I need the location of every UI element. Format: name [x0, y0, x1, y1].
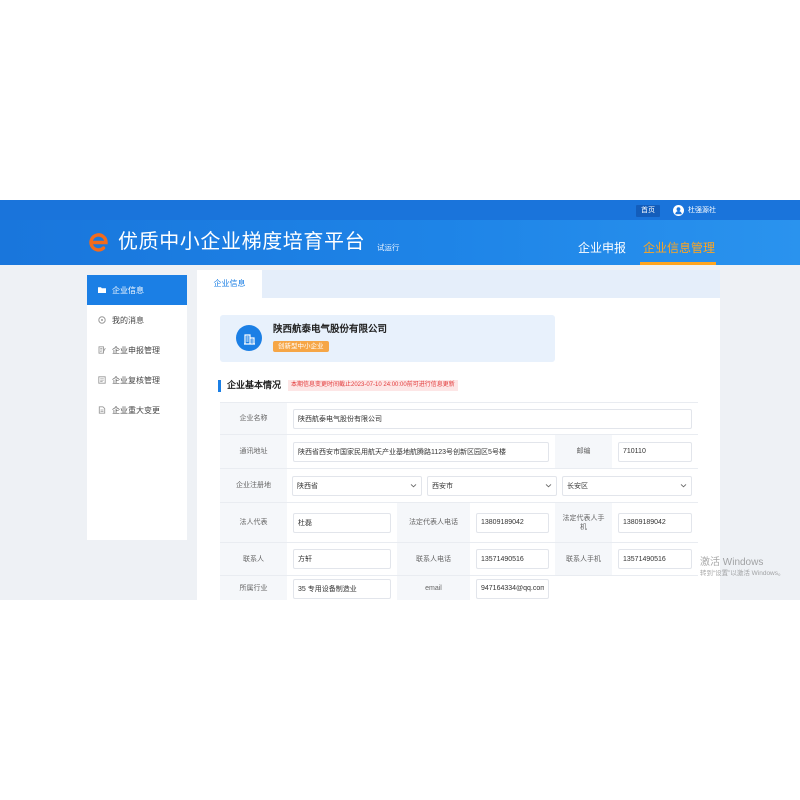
contact-mobile-cell [612, 543, 698, 575]
sidebar-item-label: 企业信息 [112, 285, 144, 295]
user-menu[interactable]: 杜强源社 [673, 203, 716, 217]
company-name-label: 企业名称 [220, 403, 287, 434]
sidebar-item-major-change[interactable]: 企业重大变更 [87, 395, 187, 425]
watermark-title: 激活 Windows [700, 557, 764, 568]
nav-enterprise-info-management[interactable]: 企业信息管理 [643, 240, 715, 256]
form-row: 企业名称 [220, 403, 698, 435]
sidebar-item-my-messages[interactable]: 我的消息 [87, 305, 187, 335]
legal-rep-mobile-label: 法定代表人手机 [555, 503, 612, 542]
industry-label: 所属行业 [220, 576, 287, 600]
change-deadline-notice: 本期信息变更时间截止2023-07-10 24:00:00前可进行信息更新 [288, 380, 458, 391]
city-select[interactable]: 西安市 [427, 475, 557, 496]
province-select[interactable]: 陕西省 [292, 475, 422, 496]
company-level-badge: 创新型中小企业 [273, 341, 329, 352]
legal-rep-phone-label: 法定代表人电话 [397, 503, 470, 542]
trial-badge: 试运行 [377, 243, 400, 252]
basic-info-form: 企业名称 通讯地址 邮编 [220, 402, 698, 600]
windows-activation-watermark: 激活 Windows 转到“设置”以激活 Windows。 [700, 556, 800, 586]
form-row: 企业注册地 陕西省 西安市 长安区 [220, 469, 698, 503]
contact-phone-input[interactable] [476, 549, 549, 569]
form-row: 通讯地址 邮编 [220, 435, 698, 469]
contact-phone-cell [470, 543, 555, 575]
address-input[interactable] [293, 441, 549, 462]
platform-logo-icon[interactable] [88, 231, 110, 253]
sidebar-item-label: 企业复核管理 [112, 375, 160, 385]
contact-cell [287, 543, 397, 575]
username: 杜强源社 [688, 207, 716, 214]
postcode-input[interactable] [618, 441, 692, 462]
edit-icon [98, 346, 106, 354]
company-name-input[interactable] [293, 408, 692, 429]
content-area: 企业信息 我的消息 企业申报管理 企业复核管理 企业重大变更 企业信息 陕西航泰… [0, 265, 800, 600]
contact-mobile-label: 联系人手机 [555, 543, 612, 575]
legal-rep-label: 法人代表 [220, 503, 287, 542]
legal-rep-phone-cell [470, 503, 555, 542]
form-row: 所属行业 email [220, 576, 698, 600]
province-select-value: 陕西省 [297, 482, 318, 490]
city-select-value: 西安市 [432, 482, 453, 490]
chevron-down-icon [410, 482, 417, 489]
section-title: 企业基本情况 [227, 380, 282, 390]
app-window: 首页 杜强源社 优质中小企业梯度培育平台 试运行 企业申报 企业信息管理 企业信… [0, 0, 800, 800]
postcode-cell [612, 435, 698, 468]
contact-input[interactable] [293, 549, 391, 569]
form-row: 联系人 联系人电话 联系人手机 [220, 543, 698, 576]
sidebar: 企业信息 我的消息 企业申报管理 企业复核管理 企业重大变更 [87, 275, 187, 540]
sidebar-item-declaration-management[interactable]: 企业申报管理 [87, 335, 187, 365]
form-row: 法人代表 法定代表人电话 法定代表人手机 [220, 503, 698, 543]
building-icon [236, 325, 262, 351]
chevron-down-icon [680, 482, 687, 489]
empty-cell [555, 576, 698, 600]
sidebar-item-enterprise-info[interactable]: 企业信息 [87, 275, 187, 305]
contact-label: 联系人 [220, 543, 287, 575]
list-icon [98, 376, 106, 384]
sidebar-item-label: 我的消息 [112, 315, 144, 325]
registered-place-cell: 陕西省 西安市 长安区 [287, 469, 698, 502]
message-icon [98, 316, 106, 324]
email-cell [470, 576, 555, 600]
user-avatar-icon [673, 204, 684, 216]
contact-phone-label: 联系人电话 [397, 543, 470, 575]
contact-mobile-input[interactable] [618, 549, 692, 569]
legal-rep-cell [287, 503, 397, 542]
folder-icon [98, 286, 106, 294]
main-panel: 企业信息 陕西航泰电气股份有限公司 创新型中小企业 企业基本情况 本期信息变更时… [197, 270, 720, 600]
legal-rep-mobile-cell [612, 503, 698, 542]
company-name-cell [287, 403, 698, 434]
industry-cell [287, 576, 397, 600]
district-select-value: 长安区 [567, 482, 588, 490]
document-icon [98, 406, 106, 414]
registered-place-label: 企业注册地 [220, 469, 287, 502]
platform-title: 优质中小企业梯度培育平台 [118, 231, 366, 253]
email-input[interactable] [476, 578, 549, 599]
address-cell [287, 435, 555, 468]
company-name: 陕西航泰电气股份有限公司 [273, 324, 388, 335]
industry-input[interactable] [293, 578, 391, 599]
email-label: email [397, 576, 470, 600]
watermark-hint: 转到“设置”以激活 Windows。 [700, 570, 785, 577]
site-header: 优质中小企业梯度培育平台 试运行 企业申报 企业信息管理 [0, 220, 800, 265]
sidebar-item-label: 企业申报管理 [112, 345, 160, 355]
district-select[interactable]: 长安区 [562, 475, 692, 496]
nav-enterprise-declaration[interactable]: 企业申报 [578, 240, 626, 256]
tab-enterprise-info[interactable]: 企业信息 [197, 270, 262, 298]
legal-rep-mobile-input[interactable] [618, 512, 692, 533]
address-label: 通讯地址 [220, 435, 287, 468]
sidebar-item-review-management[interactable]: 企业复核管理 [87, 365, 187, 395]
tab-bar: 企业信息 [197, 270, 720, 298]
chevron-down-icon [545, 482, 552, 489]
legal-rep-phone-input[interactable] [476, 512, 549, 533]
company-card: 陕西航泰电气股份有限公司 创新型中小企业 [220, 315, 555, 362]
legal-rep-input[interactable] [293, 512, 391, 533]
home-button[interactable]: 首页 [636, 205, 660, 217]
section-accent-bar [218, 380, 221, 392]
postcode-label: 邮编 [555, 435, 612, 468]
top-utility-bar: 首页 杜强源社 [0, 200, 800, 220]
sidebar-item-label: 企业重大变更 [112, 405, 160, 415]
